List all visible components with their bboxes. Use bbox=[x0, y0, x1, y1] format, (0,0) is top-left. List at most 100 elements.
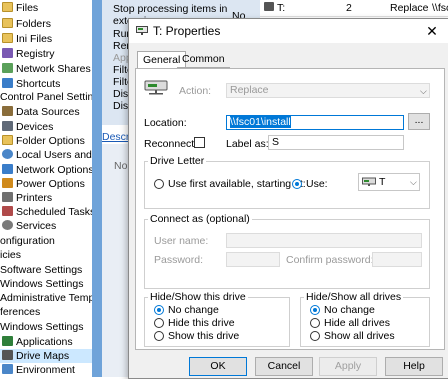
confirm-password-input[interactable] bbox=[372, 252, 422, 267]
tree-item-devices[interactable]: Devices bbox=[2, 120, 53, 134]
tree-item-shortcuts[interactable]: Shortcuts bbox=[2, 77, 60, 91]
location-label: Location: bbox=[144, 117, 187, 129]
show-all-drives-radio[interactable] bbox=[310, 331, 320, 341]
network-icon bbox=[2, 164, 13, 174]
all-no-change-radio[interactable] bbox=[310, 305, 320, 315]
printer-icon bbox=[2, 192, 13, 202]
use-label: Use: bbox=[306, 178, 328, 190]
browse-button[interactable]: ... bbox=[408, 113, 430, 130]
tree-item-drive-maps[interactable]: Drive Maps bbox=[0, 349, 92, 363]
tree-item-local-users[interactable]: Local Users and G bbox=[2, 148, 92, 162]
tree-item-control-panel-settings[interactable]: Control Panel Setting bbox=[0, 90, 92, 104]
action-dropdown[interactable]: Replace bbox=[226, 83, 430, 98]
folder-icon bbox=[2, 18, 13, 28]
help-button[interactable]: Help bbox=[385, 357, 443, 376]
hide-all-drives-radio[interactable] bbox=[310, 318, 320, 328]
network-drive-icon bbox=[362, 177, 376, 186]
tree-item-windows-settings-pref[interactable]: Windows Settings bbox=[0, 320, 83, 334]
user-name-label: User name: bbox=[154, 235, 209, 247]
tree-item-ini-files[interactable]: Ini Files bbox=[2, 32, 52, 46]
tree-item-policies[interactable]: icies bbox=[0, 248, 21, 262]
device-icon bbox=[2, 121, 13, 131]
hide-show-drive-title: Hide/Show this drive bbox=[148, 291, 248, 303]
tree-item-network-options[interactable]: Network Options bbox=[2, 163, 92, 177]
drive-map-list-row[interactable]: T: 2 Replace \\fsc bbox=[260, 0, 448, 17]
ok-button[interactable]: OK bbox=[189, 357, 247, 376]
connect-as-title: Connect as (optional) bbox=[148, 213, 252, 225]
chevron-down-icon: ⌵ bbox=[420, 86, 427, 96]
tree-item-data-sources[interactable]: Data Sources bbox=[2, 105, 80, 119]
use-radio[interactable] bbox=[292, 179, 302, 189]
confirm-password-label: Confirm password: bbox=[286, 254, 374, 266]
row-drive: T: bbox=[277, 2, 286, 14]
password-label: Password: bbox=[154, 254, 204, 266]
tree-item-network-shares[interactable]: Network Shares bbox=[2, 62, 91, 76]
show-all-drives-label: Show all drives bbox=[324, 330, 395, 342]
power-icon bbox=[2, 178, 13, 188]
all-no-change-label: No change bbox=[324, 304, 375, 316]
service-icon bbox=[2, 220, 13, 230]
location-input[interactable]: \\fsc01\install bbox=[226, 115, 404, 130]
registry-icon bbox=[2, 48, 13, 58]
apply-button[interactable]: Apply bbox=[319, 357, 377, 376]
tree-item-printers[interactable]: Printers bbox=[2, 191, 52, 205]
tree-item-scheduled-tasks[interactable]: Scheduled Tasks bbox=[2, 205, 92, 219]
cancel-button[interactable]: Cancel bbox=[255, 357, 313, 376]
drive-map-icon bbox=[264, 2, 274, 11]
hide-this-drive-radio[interactable] bbox=[154, 318, 164, 328]
dialog-title: T: Properties bbox=[153, 24, 221, 38]
folder-options-icon bbox=[2, 135, 13, 145]
row-path: \\fsc bbox=[432, 2, 448, 14]
file-icon bbox=[2, 2, 13, 12]
close-button[interactable]: ✕ bbox=[415, 19, 448, 43]
option-stop-processing: Stop processing items in bbox=[113, 3, 228, 15]
ini-file-icon bbox=[2, 33, 13, 43]
tree-item-applications[interactable]: Applications bbox=[2, 335, 73, 349]
user-name-input[interactable] bbox=[226, 233, 422, 248]
password-input[interactable] bbox=[226, 252, 280, 267]
tree-item-folders[interactable]: Folders bbox=[2, 17, 51, 31]
drive-icon bbox=[136, 26, 148, 35]
users-icon bbox=[2, 149, 13, 159]
tree-item-administrative-templates[interactable]: Administrative Temp bbox=[0, 291, 92, 305]
tree-item-windows-settings[interactable]: Windows Settings bbox=[0, 277, 83, 291]
network-drive-icon bbox=[144, 80, 168, 95]
tree-item-registry[interactable]: Registry bbox=[2, 47, 55, 61]
action-label: Action: bbox=[179, 85, 212, 97]
tree-item-preferences[interactable]: ferences bbox=[0, 305, 40, 319]
tree-item-folder-options[interactable]: Folder Options bbox=[2, 134, 85, 148]
drive-no-change-radio[interactable] bbox=[154, 305, 164, 315]
tree-item-power-options[interactable]: Power Options bbox=[2, 177, 85, 191]
navigation-tree: Files Folders Ini Files Registry Network… bbox=[0, 0, 93, 377]
panel-accent-bar bbox=[92, 0, 102, 377]
show-this-drive-radio[interactable] bbox=[154, 331, 164, 341]
hide-all-drives-label: Hide all drives bbox=[324, 317, 390, 329]
share-icon bbox=[2, 63, 13, 73]
tab-common[interactable]: Common bbox=[177, 51, 230, 68]
use-first-available-radio[interactable] bbox=[154, 179, 164, 189]
application-icon bbox=[2, 336, 13, 346]
reconnect-label: Reconnect: bbox=[144, 138, 198, 150]
label-as-input[interactable]: S bbox=[268, 135, 404, 150]
reconnect-checkbox[interactable] bbox=[194, 137, 205, 148]
description-value: No bbox=[114, 160, 128, 172]
use-first-available-label: Use first available, starting at: bbox=[168, 178, 306, 190]
chevron-down-icon: ⌵ bbox=[410, 177, 417, 187]
tree-item-services[interactable]: Services bbox=[2, 219, 56, 233]
general-tab-panel: Action: Replace ⌵ Location: \\fsc01\inst… bbox=[135, 68, 445, 350]
tree-item-software-settings[interactable]: Software Settings bbox=[0, 263, 82, 277]
drive-letter-title: Drive Letter bbox=[148, 155, 207, 167]
hide-this-drive-label: Hide this drive bbox=[168, 317, 235, 329]
properties-dialog: T: Properties ✕ General Common Action: R… bbox=[128, 18, 448, 379]
environment-icon bbox=[2, 364, 13, 374]
tree-item-files[interactable]: Files bbox=[2, 1, 38, 15]
task-icon bbox=[2, 206, 13, 216]
label-as-label: Label as: bbox=[226, 138, 269, 150]
row-action: Replace bbox=[390, 2, 429, 14]
data-source-icon bbox=[2, 106, 13, 116]
dialog-titlebar[interactable]: T: Properties ✕ bbox=[129, 19, 448, 43]
tree-item-environment[interactable]: Environment bbox=[2, 363, 75, 377]
show-this-drive-label: Show this drive bbox=[168, 330, 240, 342]
drive-no-change-label: No change bbox=[168, 304, 219, 316]
tree-item-configuration[interactable]: onfiguration bbox=[0, 234, 55, 248]
